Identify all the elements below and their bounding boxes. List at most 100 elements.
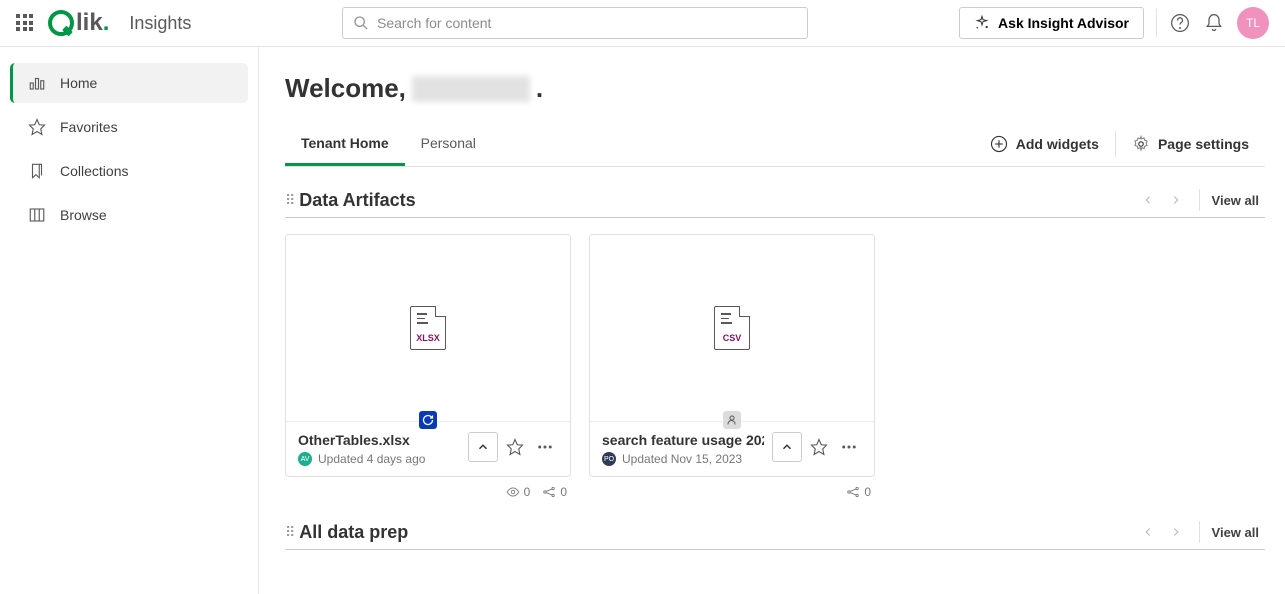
welcome-prefix: Welcome, <box>285 73 406 104</box>
card-preview: XLSX <box>286 235 570 421</box>
more-button[interactable] <box>836 434 862 460</box>
sidebar-item-label: Favorites <box>60 119 118 135</box>
card-wrap: CSV search feature usage 2023.cs PO <box>589 234 875 499</box>
card-meta: search feature usage 2023.cs PO Updated … <box>602 432 764 466</box>
view-all-link[interactable]: View all <box>1206 525 1265 540</box>
add-widgets-button[interactable]: Add widgets <box>974 122 1115 166</box>
qlik-q-icon <box>48 10 74 36</box>
favorite-button[interactable] <box>502 434 528 460</box>
shares-count: 0 <box>864 485 871 499</box>
divider <box>1199 521 1200 543</box>
artifact-card[interactable]: CSV search feature usage 2023.cs PO <box>589 234 875 477</box>
apps-launcher-icon[interactable] <box>16 14 34 32</box>
refresh-badge-icon <box>419 411 437 429</box>
page-settings-button[interactable]: Page settings <box>1116 122 1265 166</box>
chevron-up-icon <box>780 440 794 454</box>
chevron-right-icon[interactable] <box>1169 193 1183 207</box>
chart-icon <box>28 74 46 92</box>
card-title: OtherTables.xlsx <box>298 432 460 448</box>
share-icon <box>542 485 556 499</box>
search-wrap <box>205 7 945 39</box>
file-xlsx-icon: XLSX <box>410 306 446 350</box>
card-stats: 0 0 <box>285 477 571 499</box>
search-box[interactable] <box>342 7 808 39</box>
section-title: Data Artifacts <box>299 190 1130 211</box>
sidebar-item-label: Home <box>60 75 97 91</box>
updated-text: Updated Nov 15, 2023 <box>622 452 742 466</box>
sidebar-item-label: Browse <box>60 207 107 223</box>
card-stats: 0 <box>589 477 875 499</box>
tab-personal[interactable]: Personal <box>405 123 492 166</box>
view-all-link[interactable]: View all <box>1206 193 1265 208</box>
file-csv-icon: CSV <box>714 306 750 350</box>
sidebar: Home Favorites Collections Browse <box>0 47 259 594</box>
product-name: Insights <box>129 13 191 34</box>
search-input[interactable] <box>377 15 797 31</box>
drag-handle-icon[interactable]: ⠿ <box>285 192 293 209</box>
sidebar-item-label: Collections <box>60 163 128 179</box>
section-pager <box>1131 193 1193 207</box>
card-title: search feature usage 2023.cs <box>602 432 764 448</box>
card-preview: CSV <box>590 235 874 421</box>
card-actions <box>772 432 862 462</box>
brand-logo[interactable]: lik. <box>48 9 109 37</box>
sidebar-item-collections[interactable]: Collections <box>10 151 248 191</box>
favorite-button[interactable] <box>806 434 832 460</box>
chevron-up-icon <box>476 440 490 454</box>
person-badge-icon <box>723 411 741 429</box>
top-header: lik. Insights Ask Insight Advisor TL <box>0 0 1285 47</box>
more-button[interactable] <box>532 434 558 460</box>
divider <box>1199 189 1200 211</box>
owner-avatar: PO <box>602 452 616 466</box>
drag-handle-icon[interactable]: ⠿ <box>285 524 293 541</box>
welcome-name-redacted <box>412 76 530 102</box>
owner-avatar: AV <box>298 452 312 466</box>
card-wrap: XLSX OtherTables.xlsx AV Updated 4 <box>285 234 571 499</box>
share-icon <box>846 485 860 499</box>
sidebar-item-browse[interactable]: Browse <box>10 195 248 235</box>
expand-button[interactable] <box>468 432 498 462</box>
chevron-left-icon[interactable] <box>1141 193 1155 207</box>
card-footer: OtherTables.xlsx AV Updated 4 days ago <box>286 421 570 476</box>
ask-insight-advisor-button[interactable]: Ask Insight Advisor <box>959 7 1144 39</box>
section-pager <box>1131 525 1193 539</box>
chevron-right-icon[interactable] <box>1169 525 1183 539</box>
updated-text: Updated 4 days ago <box>318 452 425 466</box>
section-header: ⠿ Data Artifacts View all <box>285 189 1265 218</box>
sparkle-icon <box>974 15 990 31</box>
card-footer: search feature usage 2023.cs PO Updated … <box>590 421 874 476</box>
star-icon <box>28 118 46 136</box>
sidebar-item-favorites[interactable]: Favorites <box>10 107 248 147</box>
expand-button[interactable] <box>772 432 802 462</box>
star-icon <box>506 438 524 456</box>
bell-icon[interactable] <box>1203 12 1225 34</box>
columns-icon <box>28 206 46 224</box>
plus-circle-icon <box>990 135 1008 153</box>
eye-icon <box>506 485 520 499</box>
section-all-data-prep: ⠿ All data prep View all <box>285 521 1265 550</box>
layout: Home Favorites Collections Browse Welcom… <box>0 47 1285 594</box>
dots-icon <box>840 438 858 456</box>
welcome-heading: Welcome, . <box>285 73 1265 104</box>
user-avatar[interactable]: TL <box>1237 7 1269 39</box>
add-widgets-label: Add widgets <box>1016 136 1099 152</box>
views-count: 0 <box>524 485 531 499</box>
shares-count: 0 <box>560 485 567 499</box>
brand-dot: . <box>103 9 110 37</box>
file-ext-label: CSV <box>715 333 749 343</box>
gear-icon <box>1132 135 1150 153</box>
bookmark-icon <box>28 162 46 180</box>
chevron-left-icon[interactable] <box>1141 525 1155 539</box>
sidebar-item-home[interactable]: Home <box>10 63 248 103</box>
divider <box>1156 9 1157 37</box>
artifact-card[interactable]: XLSX OtherTables.xlsx AV Updated 4 <box>285 234 571 477</box>
help-icon[interactable] <box>1169 12 1191 34</box>
cards-row: XLSX OtherTables.xlsx AV Updated 4 <box>285 234 1265 499</box>
dots-icon <box>536 438 554 456</box>
section-header: ⠿ All data prep View all <box>285 521 1265 550</box>
tab-tenant-home[interactable]: Tenant Home <box>285 123 405 166</box>
views-stat: 0 <box>506 485 531 499</box>
ask-label: Ask Insight Advisor <box>998 15 1129 31</box>
section-data-artifacts: ⠿ Data Artifacts View all <box>285 189 1265 499</box>
card-actions <box>468 432 558 462</box>
